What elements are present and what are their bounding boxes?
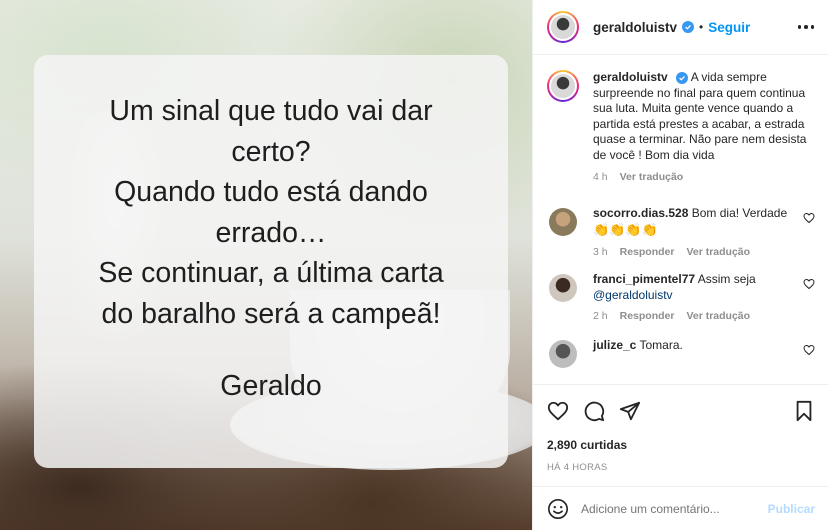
like-comment-heart-icon[interactable]: [803, 278, 815, 290]
post-header: geraldoluistv • Seguir: [533, 0, 828, 55]
posted-time[interactable]: HÁ 4 HORAS: [547, 462, 815, 473]
quote-line: Um sinal que tudo vai dar: [109, 95, 433, 127]
post-side-panel: geraldoluistv • Seguir geraldoluistv A v…: [532, 0, 828, 530]
quote-line: certo?: [231, 135, 311, 168]
likes-count[interactable]: 2,890 curtidas: [547, 438, 815, 452]
post-image[interactable]: Um sinal que tudo vai dar certo? Quando …: [0, 0, 532, 530]
reply-link[interactable]: Responder: [620, 310, 675, 322]
commenter-username[interactable]: franci_pimentel77: [593, 272, 695, 286]
quote-card: Um sinal que tudo vai dar certo? Quando …: [34, 55, 508, 468]
comment-input[interactable]: [581, 501, 768, 516]
verified-badge-icon: [676, 72, 689, 84]
more-options-icon[interactable]: [797, 25, 814, 29]
commenter-avatar[interactable]: [547, 338, 579, 370]
author-username[interactable]: geraldoluistv: [593, 20, 677, 35]
comment-text: Bom dia! Verdade: [691, 205, 788, 220]
caption-username[interactable]: geraldoluistv: [593, 70, 668, 84]
commenter-avatar[interactable]: [547, 206, 579, 238]
caption: geraldoluistv A vida sempre surpreende n…: [547, 70, 815, 183]
translate-link[interactable]: Ver tradução: [686, 310, 750, 322]
emoji-smiley-icon[interactable]: [547, 498, 569, 520]
add-comment-bar: Publicar: [533, 486, 828, 530]
quote-line: do baralho será a campeã!: [101, 297, 441, 330]
publish-button[interactable]: Publicar: [768, 502, 815, 516]
author-avatar[interactable]: [547, 11, 579, 43]
quote-line: Quando tudo está dando: [114, 176, 428, 208]
translate-link[interactable]: Ver tradução: [686, 246, 750, 258]
comments-list[interactable]: geraldoluistv A vida sempre surpreende n…: [533, 56, 828, 381]
follow-button[interactable]: Seguir: [708, 20, 750, 35]
comment-item: julize_c Tomara.: [547, 338, 815, 370]
comment-emojis: 👏👏👏👏: [593, 222, 658, 238]
comment-item: socorro.dias.528 Bom dia! Verdade 👏👏👏👏 3…: [547, 205, 815, 258]
commenter-username[interactable]: julize_c: [593, 338, 636, 352]
comment-mention-link[interactable]: @geraldoluistv: [593, 288, 673, 302]
quote-line: errado…: [215, 216, 327, 249]
comment-item: franci_pimentel77 Assim seja @geraldolui…: [547, 272, 815, 322]
save-bookmark-icon[interactable]: [793, 400, 815, 422]
comment-bubble-icon[interactable]: [583, 400, 605, 422]
separator-dot: •: [699, 20, 704, 34]
like-heart-icon[interactable]: [547, 400, 569, 422]
quote-line: Se continuar, a última carta: [98, 257, 444, 289]
comment-text: Tomara.: [639, 338, 683, 353]
comment-time[interactable]: 2 h: [593, 310, 608, 322]
comment-time[interactable]: 3 h: [593, 246, 608, 258]
commenter-avatar[interactable]: [547, 272, 579, 304]
verified-badge-icon: [682, 21, 695, 33]
reply-link[interactable]: Responder: [620, 246, 675, 258]
caption-time[interactable]: 4 h: [593, 171, 608, 183]
translate-link[interactable]: Ver tradução: [620, 171, 684, 183]
commenter-username[interactable]: socorro.dias.528: [593, 206, 688, 220]
quote-signature: Geraldo: [220, 370, 322, 402]
share-paper-plane-icon[interactable]: [619, 400, 641, 422]
author-avatar[interactable]: [547, 70, 579, 102]
comment-text: Assim seja: [697, 272, 756, 287]
like-comment-heart-icon[interactable]: [803, 344, 815, 356]
post-actions: 2,890 curtidas HÁ 4 HORAS: [533, 384, 828, 473]
like-comment-heart-icon[interactable]: [803, 212, 815, 224]
